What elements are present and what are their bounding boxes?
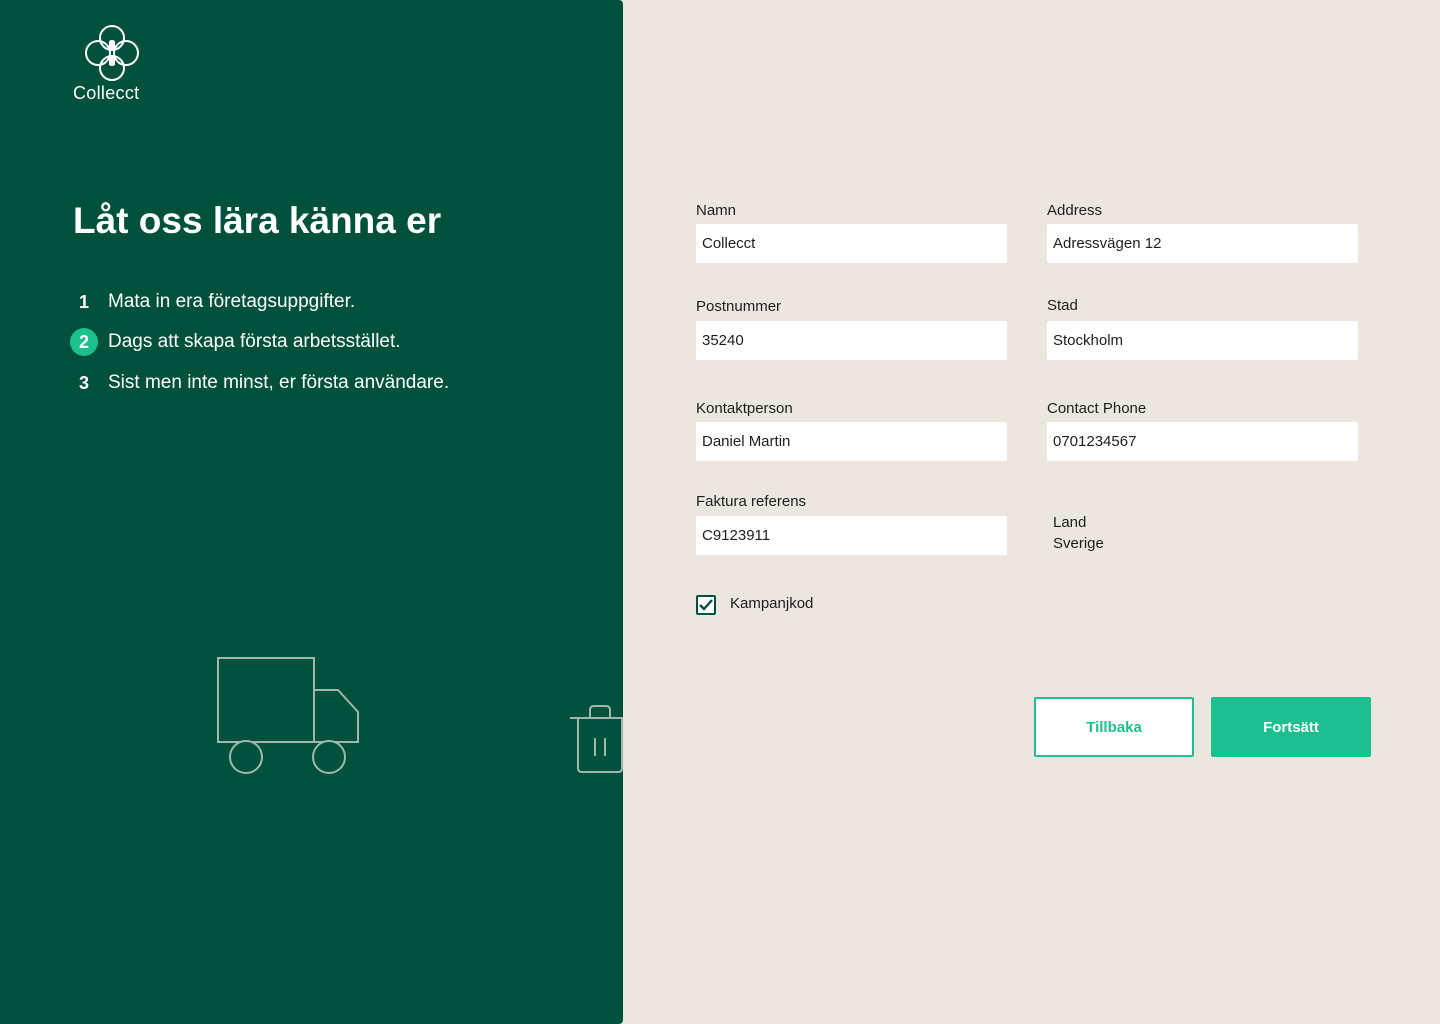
campaign-code-checkbox[interactable]	[696, 595, 716, 615]
sidebar-panel: Collecct Låt oss lära känna er 1 Mata in…	[0, 0, 623, 1024]
invoice-reference-input[interactable]	[696, 516, 1007, 555]
contact-phone-input[interactable]	[1047, 422, 1358, 461]
name-label: Namn	[696, 202, 737, 219]
page-headline: Låt oss lära känna er	[73, 200, 442, 241]
contact-person-input[interactable]	[696, 422, 1007, 461]
back-button[interactable]: Tillbaka	[1034, 697, 1194, 757]
address-input[interactable]	[1047, 224, 1358, 263]
contact-phone-label: Contact Phone	[1047, 400, 1147, 417]
checkmark-icon	[699, 599, 713, 611]
invoice-reference-label: Faktura referens	[696, 493, 807, 510]
step-item-1: 1 Mata in era företagsuppgifter.	[70, 287, 550, 317]
step-text-2: Dags att skapa första arbetsstället.	[108, 331, 401, 352]
brand-logo: Collecct	[73, 24, 153, 104]
contact-person-label: Kontaktperson	[696, 400, 793, 417]
four-circle-logo-icon	[85, 25, 139, 81]
campaign-code-label: Kampanjkod	[730, 595, 814, 612]
brand-name: Collecct	[73, 83, 140, 103]
step-item-3: 3 Sist men inte minst, er första använda…	[70, 368, 550, 398]
step-text-3: Sist men inte minst, er första användare…	[108, 372, 450, 393]
truck-icon	[217, 657, 359, 774]
step-number-3: 3	[78, 372, 89, 393]
country-value: Sverige	[1053, 535, 1104, 552]
name-input[interactable]	[696, 224, 1007, 263]
city-input[interactable]	[1047, 321, 1358, 360]
continue-button[interactable]: Fortsätt	[1211, 697, 1371, 757]
step-item-2: 2 Dags att skapa första arbetsstället.	[70, 327, 550, 357]
step-text-1: Mata in era företagsuppgifter.	[108, 291, 356, 312]
trash-bin-icon	[570, 705, 623, 773]
step-number-1: 1	[78, 291, 89, 312]
step-number-2-active: 2	[70, 328, 98, 356]
country-label: Land	[1053, 514, 1087, 531]
address-label: Address	[1047, 202, 1103, 219]
postal-code-label: Postnummer	[696, 298, 782, 315]
city-label: Stad	[1047, 297, 1078, 314]
postal-code-input[interactable]	[696, 321, 1007, 360]
